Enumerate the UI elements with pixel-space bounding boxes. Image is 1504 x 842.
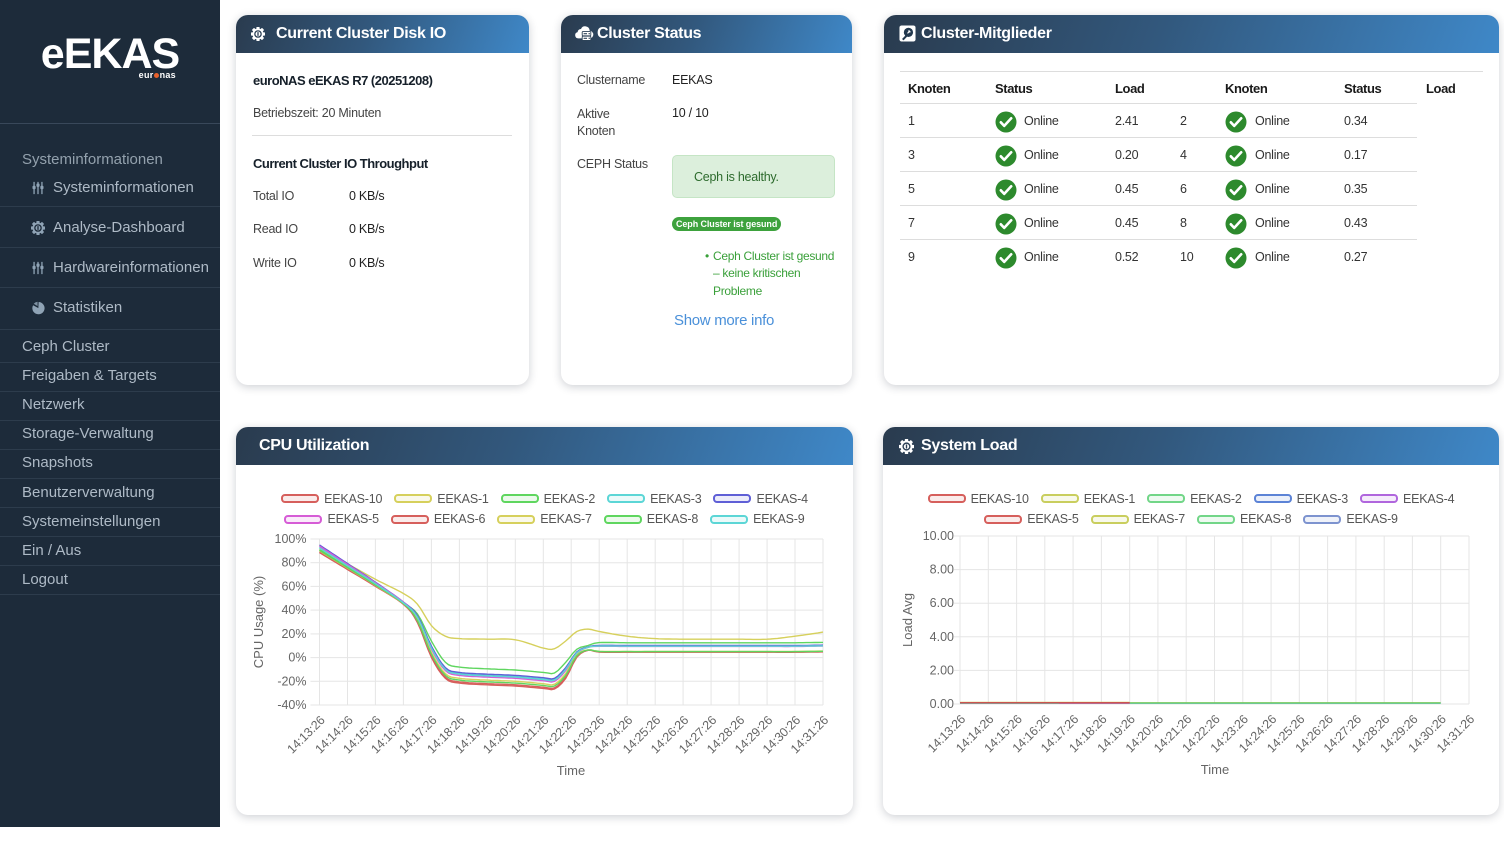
svg-text:-20%: -20% <box>277 674 306 688</box>
svg-text:-40%: -40% <box>277 698 306 712</box>
svg-text:100%: 100% <box>275 532 307 546</box>
svg-text:10.00: 10.00 <box>923 529 954 543</box>
svg-text:6.00: 6.00 <box>930 596 954 610</box>
svg-text:4.00: 4.00 <box>930 630 954 644</box>
svg-text:CPU Usage (%): CPU Usage (%) <box>251 576 266 668</box>
svg-text:Load Avg: Load Avg <box>900 593 915 647</box>
svg-text:Time: Time <box>557 763 585 778</box>
svg-text:0.00: 0.00 <box>930 697 954 711</box>
svg-text:8.00: 8.00 <box>930 563 954 577</box>
svg-text:40%: 40% <box>281 603 306 617</box>
svg-text:60%: 60% <box>281 579 306 593</box>
svg-text:0%: 0% <box>288 651 306 665</box>
svg-text:80%: 80% <box>281 556 306 570</box>
svg-text:2.00: 2.00 <box>930 663 954 677</box>
svg-text:Time: Time <box>1201 762 1229 777</box>
svg-text:20%: 20% <box>281 627 306 641</box>
